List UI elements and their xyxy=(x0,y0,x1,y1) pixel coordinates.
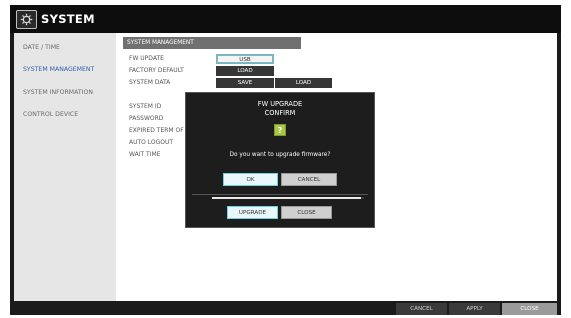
dialog-message: Do you want to upgrade firmware? xyxy=(229,152,331,158)
question-icon: ? xyxy=(274,124,286,136)
upgrade-progress-bar xyxy=(212,197,364,199)
sidebar: DATE / TIME SYSTEM MANAGEMENT SYSTEM INF… xyxy=(14,33,116,301)
dialog-title: FW UPGRADE xyxy=(257,100,303,108)
fw-update-label: FW UPDATE xyxy=(129,55,164,62)
cancel-button[interactable]: CANCEL xyxy=(396,303,447,315)
usb-button[interactable]: USB xyxy=(216,54,274,64)
system-data-load-button[interactable]: LOAD xyxy=(275,78,332,88)
system-settings-icon xyxy=(16,10,37,29)
system-data-save-button[interactable]: SAVE xyxy=(216,78,274,88)
password-label: PASSWORD xyxy=(129,115,164,122)
fw-upgrade-dialog: FW UPGRADE CONFIRM ? Do you want to upgr… xyxy=(186,93,374,227)
sidebar-item-system-management[interactable]: SYSTEM MANAGEMENT xyxy=(23,66,94,73)
system-id-label: SYSTEM ID xyxy=(129,103,162,110)
sidebar-item-control-device[interactable]: CONTROL DEVICE xyxy=(23,111,78,118)
auto-logout-label: AUTO LOGOUT xyxy=(129,139,174,146)
ok-button[interactable]: OK xyxy=(223,173,278,186)
title-bar: SYSTEM xyxy=(10,5,561,33)
dialog-cancel-button[interactable]: CANCEL xyxy=(281,173,337,186)
factory-default-label: FACTORY DEFAULT xyxy=(129,67,184,74)
sidebar-item-date-time[interactable]: DATE / TIME xyxy=(23,44,60,51)
bottom-bar: CANCEL APPLY CLOSE xyxy=(10,301,561,315)
wait-time-label: WAIT TIME xyxy=(129,151,161,158)
dialog-close-button[interactable]: CLOSE xyxy=(281,206,332,219)
sidebar-item-system-information[interactable]: SYSTEM INFORMATION xyxy=(23,89,93,96)
system-data-label: SYSTEM DATA xyxy=(129,79,171,86)
upgrade-button[interactable]: UPGRADE xyxy=(227,206,278,219)
close-button[interactable]: CLOSE xyxy=(502,303,557,315)
dialog-subtitle: CONFIRM xyxy=(264,109,296,117)
upgrade-progress-fill xyxy=(212,197,361,199)
factory-default-load-button[interactable]: LOAD xyxy=(216,66,274,76)
section-title: SYSTEM MANAGEMENT xyxy=(123,37,301,49)
dialog-divider xyxy=(192,194,368,195)
apply-button[interactable]: APPLY xyxy=(449,303,500,315)
window-title: SYSTEM xyxy=(41,12,95,26)
